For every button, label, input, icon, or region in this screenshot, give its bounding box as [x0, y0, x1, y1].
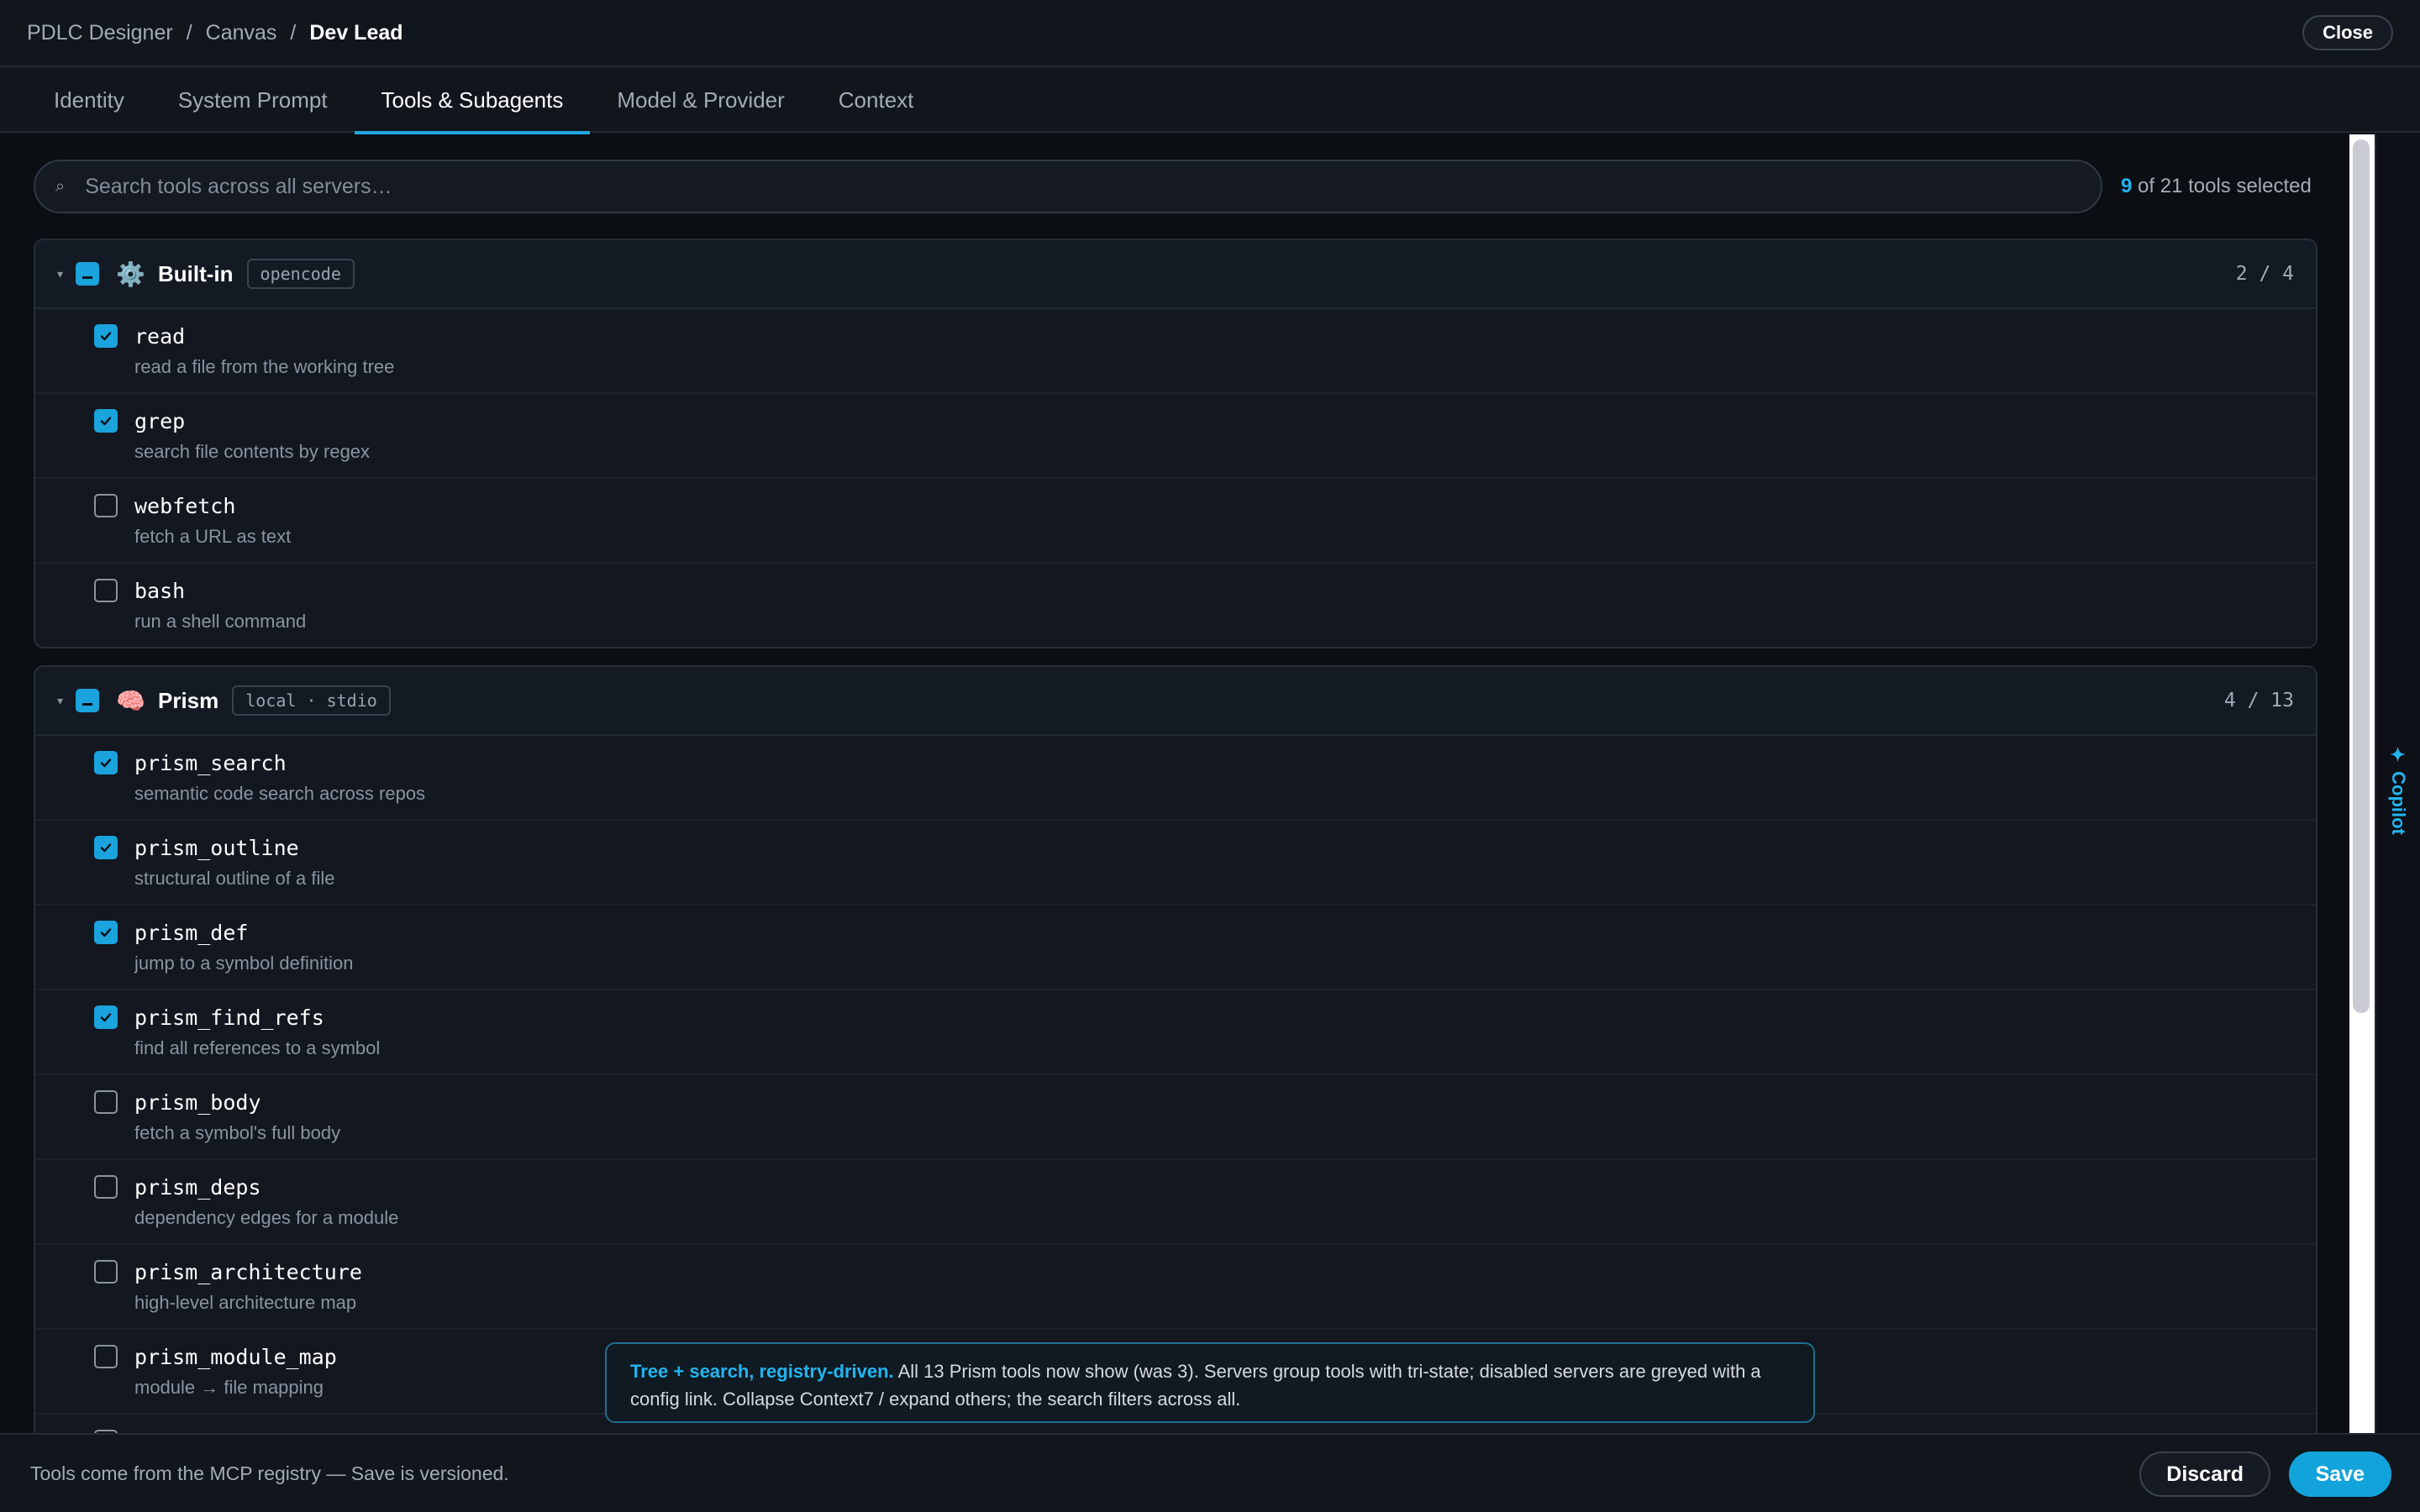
server-name: Prism — [158, 687, 219, 713]
tool-checkbox[interactable] — [94, 1005, 118, 1029]
tab-model-provider[interactable]: Model & Provider — [590, 67, 811, 133]
tab-bar: Identity System Prompt Tools & Subagents… — [0, 67, 2420, 134]
group-checkbox[interactable] — [76, 262, 99, 286]
server-group-header[interactable]: ▾ ⚙️ Built-in opencode 2 / 4 — [35, 240, 2316, 309]
tool-name: webfetch — [134, 494, 236, 518]
breadcrumb-item[interactable]: Canvas — [206, 21, 277, 45]
copilot-toggle[interactable]: ✦ Copilot — [2381, 739, 2415, 840]
group-checkbox[interactable] — [76, 689, 99, 712]
tool-description: fetch a URL as text — [134, 526, 292, 547]
info-toast: Tree + search, registry-driven. All 13 P… — [605, 1342, 1815, 1423]
search-field[interactable]: ⌕ — [34, 160, 2102, 213]
tool-name: bash — [134, 579, 186, 603]
breadcrumb-current: Dev Lead — [309, 20, 403, 45]
tool-checkbox[interactable] — [94, 921, 118, 944]
close-button[interactable]: Close — [2302, 15, 2393, 50]
tool-name: read — [134, 324, 186, 349]
tool-description: high-level architecture map — [134, 1292, 357, 1313]
server-tag: local · stdio — [232, 685, 391, 716]
tool-description: semantic code search across repos — [134, 783, 426, 804]
breadcrumb-separator: / — [290, 20, 297, 45]
tool-row[interactable]: prism_outline structural outline of a fil… — [35, 821, 2316, 906]
server-group-header[interactable]: ▾ 🧠 Prism local · stdio 4 / 13 — [35, 667, 2316, 736]
tool-name: grep — [134, 409, 186, 433]
tool-name: prism_module_map — [134, 1345, 337, 1369]
scrollbar[interactable] — [2349, 134, 2375, 1433]
tool-name: prism_find_refs — [134, 1005, 324, 1030]
breadcrumb-separator: / — [186, 20, 192, 45]
tool-row[interactable]: prism_bodyfetch a symbol's full body — [35, 1075, 2316, 1160]
footer-note: Tools come from the MCP registry — Save … — [30, 1462, 509, 1484]
tool-row[interactable]: read read a file from the working tree — [35, 309, 2316, 394]
brain-icon: 🧠 — [116, 687, 145, 714]
tool-row[interactable]: prism_deps dependency edges for a module — [35, 1160, 2316, 1245]
search-icon: ⌕ — [55, 176, 66, 196]
breadcrumb: PDLC Designer / Canvas / Dev Lead — [27, 21, 403, 45]
tool-description: find all references to a symbol — [134, 1037, 381, 1058]
tool-description: dependency edges for a module — [134, 1207, 399, 1228]
tool-checkbox[interactable] — [94, 324, 118, 348]
tool-checkbox[interactable] — [94, 1090, 118, 1114]
tool-checkbox[interactable] — [94, 1260, 118, 1284]
footer-bar: Tools come from the MCP registry — Save … — [0, 1433, 2420, 1512]
tool-checkbox[interactable] — [94, 1345, 118, 1368]
tool-name: prism_deps — [134, 1175, 261, 1200]
selection-count: 9 of 21 tools selected — [2121, 175, 2312, 198]
tab-tools-subagents[interactable]: Tools & Subagents — [354, 67, 591, 134]
tool-name: prism_body — [134, 1090, 261, 1115]
tool-checkbox[interactable] — [94, 494, 118, 517]
server-group: ▾ ⚙️ Built-in opencode 2 / 4 read read a file … — [34, 239, 2317, 648]
tool-name: prism_outline — [134, 836, 299, 860]
tab-context[interactable]: Context — [812, 67, 941, 133]
toast-highlight: Tree + search, registry-driven. — [630, 1361, 894, 1382]
collapse-caret-icon[interactable]: ▾ — [57, 694, 76, 708]
tool-description: jump to a symbol definition — [134, 953, 354, 974]
tool-row[interactable]: prism_defjump to a symbol definition — [35, 906, 2316, 990]
tool-row[interactable]: prism_architecture high-level architectur… — [35, 1245, 2316, 1330]
top-bar: PDLC Designer / Canvas / Dev Lead Close — [0, 0, 2420, 67]
search-input[interactable] — [85, 174, 2018, 199]
tool-checkbox[interactable] — [94, 751, 118, 774]
tool-description: run a shell command — [134, 611, 307, 632]
tool-checkbox[interactable] — [94, 836, 118, 859]
tool-description: structural outline of a file — [134, 868, 335, 889]
collapse-caret-icon[interactable]: ▾ — [57, 267, 76, 281]
save-button[interactable]: Save — [2288, 1452, 2391, 1497]
breadcrumb-item[interactable]: PDLC Designer — [27, 21, 173, 45]
tool-description: search file contents by regex — [134, 441, 371, 462]
tool-description: read a file from the working tree — [134, 356, 395, 377]
copilot-label: ✦ Copilot — [2388, 744, 2409, 835]
tool-name: prism_search — [134, 751, 287, 775]
tool-name: prism_def — [134, 921, 249, 945]
tool-row[interactable]: webfetch fetch a URL as text — [35, 479, 2316, 564]
tab-system-prompt[interactable]: System Prompt — [151, 67, 355, 133]
tool-checkbox[interactable] — [94, 579, 118, 602]
tool-checkbox[interactable] — [94, 1175, 118, 1199]
server-tool-count: 4 / 13 — [2223, 690, 2294, 711]
tool-description: fetch a symbol's full body — [134, 1122, 341, 1143]
gear-icon: ⚙️ — [116, 260, 145, 287]
search-row: ⌕ 9 of 21 tools selected — [34, 160, 2319, 213]
tool-row[interactable]: bash run a shell command — [35, 564, 2316, 647]
server-tag: opencode — [246, 259, 355, 289]
tool-description: module → file mapping — [134, 1377, 324, 1398]
tools-panel: ⌕ 9 of 21 tools selected ▾ ⚙️ Built-in open… — [0, 134, 2349, 1433]
tool-checkbox[interactable] — [94, 409, 118, 433]
tool-name: prism_architecture — [134, 1260, 362, 1284]
tool-row[interactable]: grep search file contents by regex — [35, 394, 2316, 479]
tool-row[interactable]: prism_search semantic code search across … — [35, 736, 2316, 821]
server-tool-count: 2 / 4 — [2235, 263, 2294, 285]
server-group: ▾ 🧠 Prism local · stdio 4 / 13 prism_searchse… — [34, 665, 2317, 1433]
server-name: Built-in — [158, 260, 234, 286]
selected-label: of 21 tools selected — [2138, 175, 2312, 197]
scrollbar-thumb[interactable] — [2353, 139, 2370, 1013]
tool-row[interactable]: prism_find_refsfind all references to a … — [35, 990, 2316, 1075]
selected-number: 9 — [2121, 175, 2133, 197]
discard-button[interactable]: Discard — [2139, 1452, 2270, 1497]
tab-identity[interactable]: Identity — [27, 67, 151, 133]
